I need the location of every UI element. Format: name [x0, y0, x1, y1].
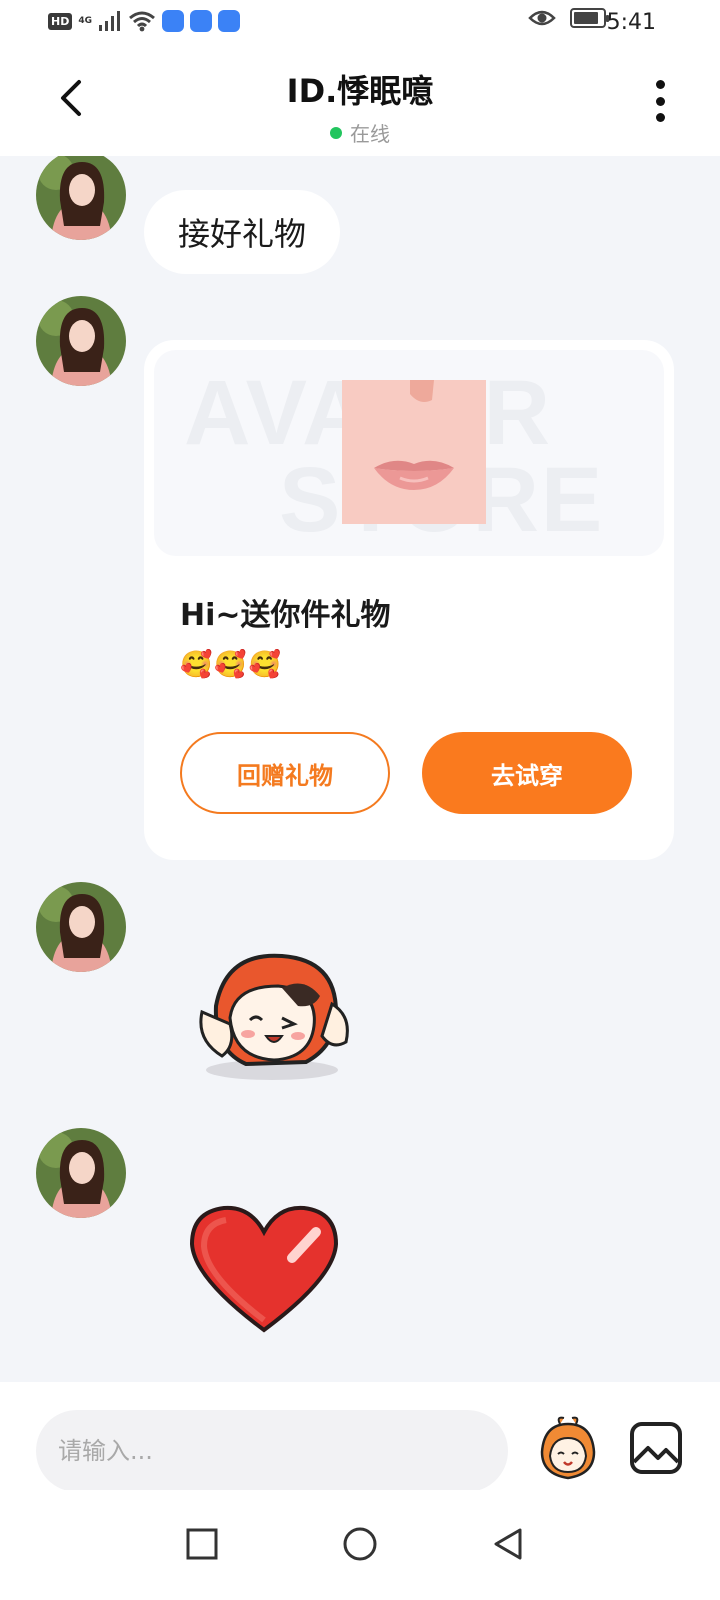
wifi-icon — [129, 11, 155, 32]
chat-header: ID.悸眠噫 在线 — [0, 48, 720, 156]
hd-badge: HD — [48, 12, 73, 30]
circle-icon — [343, 1527, 377, 1561]
heart-sticker[interactable] — [186, 1202, 342, 1340]
system-nav-bar — [0, 1490, 720, 1600]
avatar-photo — [36, 882, 126, 972]
more-options-button[interactable] — [640, 76, 680, 126]
image-icon — [630, 1422, 682, 1474]
battery-icon — [570, 8, 609, 28]
character-sticker[interactable] — [186, 946, 358, 1090]
nav-back-button[interactable] — [482, 1518, 534, 1570]
character-sticker-image — [199, 953, 349, 1080]
avatar[interactable] — [36, 296, 126, 386]
more-dot — [655, 96, 665, 106]
avatar[interactable] — [36, 1128, 126, 1218]
signal-icon — [99, 11, 120, 31]
status-right — [528, 8, 609, 28]
return-gift-button[interactable]: 回赠礼物 — [180, 732, 390, 814]
gift-title: Hi~送你件礼物 — [180, 598, 391, 633]
battery-level — [574, 12, 598, 24]
avatar-photo — [36, 296, 126, 386]
text-message-bubble[interactable]: 接好礼物 — [144, 190, 341, 274]
triangle-back-icon — [494, 1528, 522, 1560]
try-on-button[interactable]: 去试穿 — [422, 732, 632, 814]
online-dot — [330, 126, 342, 139]
gift-card[interactable]: AVATAR STORE Hi~送你件礼物 🥰🥰🥰 回赠礼物 去试穿 — [144, 340, 674, 860]
gift-emojis: 🥰🥰🥰 — [180, 650, 284, 680]
avatar-photo — [36, 1128, 126, 1218]
more-dot — [655, 80, 665, 89]
message-input-bar — [0, 1382, 720, 1492]
contact-name: ID.悸眠噫 — [286, 72, 434, 110]
avatar[interactable] — [36, 156, 126, 240]
chat-area[interactable]: 接好礼物 AVATAR STORE — [0, 156, 720, 1382]
gift-item-image[interactable] — [342, 380, 486, 524]
sticker-face-icon — [540, 1416, 596, 1480]
app-notification-icon — [162, 10, 184, 32]
message-input[interactable] — [36, 1410, 508, 1492]
home-button[interactable] — [334, 1518, 386, 1570]
lips-image — [342, 380, 486, 524]
title-area: ID.悸眠噫 在线 — [0, 66, 720, 147]
square-icon — [186, 1528, 218, 1560]
sticker-button[interactable] — [532, 1416, 602, 1486]
heart-icon — [189, 1205, 339, 1333]
presence-status: 在线 — [330, 118, 390, 147]
network-type: 4G — [78, 16, 92, 26]
recent-apps-button[interactable] — [176, 1518, 228, 1570]
presence-label: 在线 — [350, 122, 390, 146]
avatar[interactable] — [36, 882, 126, 972]
more-dot — [655, 113, 665, 122]
avatar-photo — [36, 156, 126, 240]
app-notification-icon — [190, 10, 212, 32]
gift-banner: AVATAR STORE — [154, 350, 664, 556]
eye-icon — [528, 10, 556, 26]
app-notification-icon — [218, 10, 240, 32]
status-left: HD 4G — [48, 10, 240, 32]
status-bar: HD 4G 5:41 — [0, 0, 720, 48]
clock: 5:41 — [606, 10, 656, 35]
image-button[interactable] — [626, 1418, 686, 1478]
